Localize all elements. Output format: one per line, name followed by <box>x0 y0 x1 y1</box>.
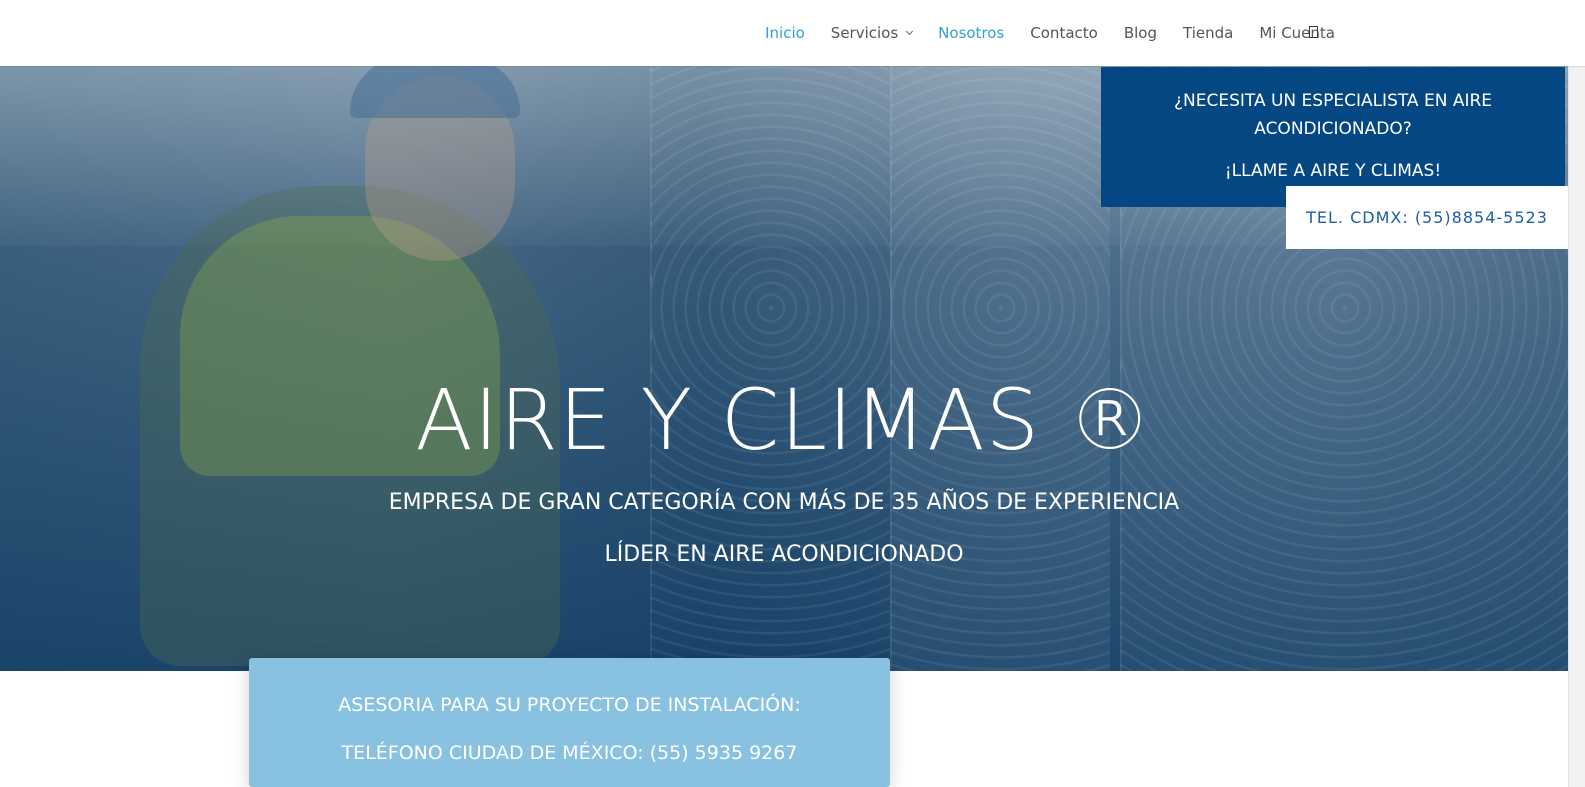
ac-unit-image <box>890 66 1110 671</box>
nav-item-nosotros[interactable]: Nosotros <box>938 24 1004 42</box>
main-nav: Inicio Servicios Nosotros Contacto Blog … <box>739 0 1335 66</box>
nav-item-contacto[interactable]: Contacto <box>1030 24 1098 42</box>
search-icon[interactable] <box>1309 26 1318 38</box>
hero-tagline: LÍDER EN AIRE ACONDICIONADO <box>604 542 964 567</box>
nav-item-inicio[interactable]: Inicio <box>765 24 805 42</box>
site-header: Inicio Servicios Nosotros Contacto Blog … <box>0 0 1585 66</box>
nav-item-label: Contacto <box>1030 24 1098 42</box>
hard-hat-image <box>350 66 520 118</box>
nav-item-blog[interactable]: Blog <box>1124 24 1157 42</box>
nav-item-servicios[interactable]: Servicios <box>830 24 914 42</box>
ac-unit-image <box>650 66 890 671</box>
hero-title: AIRE Y CLIMAS ® <box>415 371 1153 469</box>
nav-item-mi-cuenta[interactable]: Mi Cuenta <box>1259 24 1335 42</box>
info-heading: ASESORIA PARA SU PROYECTO DE INSTALACIÓN… <box>338 694 801 716</box>
nav-item-tienda[interactable]: Tienda <box>1183 24 1233 42</box>
nav-item-label: Inicio <box>765 24 805 42</box>
installation-info-box: ASESORIA PARA SU PROYECTO DE INSTALACIÓN… <box>249 658 890 787</box>
callout-cta: ¡LLAME A AIRE Y CLIMAS! <box>1224 161 1442 181</box>
callout-question: ¿NECESITA UN ESPECIALISTA EN AIRE ACONDI… <box>1173 91 1493 139</box>
phone-button[interactable]: TEL. CDMX: (55)8854-5523 <box>1286 186 1568 249</box>
hero-subtitle: EMPRESA DE GRAN CATEGORÍA CON MÁS DE 35 … <box>388 490 1180 515</box>
nav-item-label: Mi Cuenta <box>1259 24 1335 42</box>
info-phone: TELÉFONO CIUDAD DE MÉXICO: (55) 5935 926… <box>341 742 798 764</box>
nav-item-label: Servicios <box>830 24 899 42</box>
nav-item-label: Tienda <box>1183 24 1234 42</box>
nav-item-label: Nosotros <box>938 24 1005 42</box>
nav-item-label: Blog <box>1123 24 1157 42</box>
page-scrollbar[interactable] <box>1568 0 1585 787</box>
chevron-down-icon <box>906 27 914 36</box>
